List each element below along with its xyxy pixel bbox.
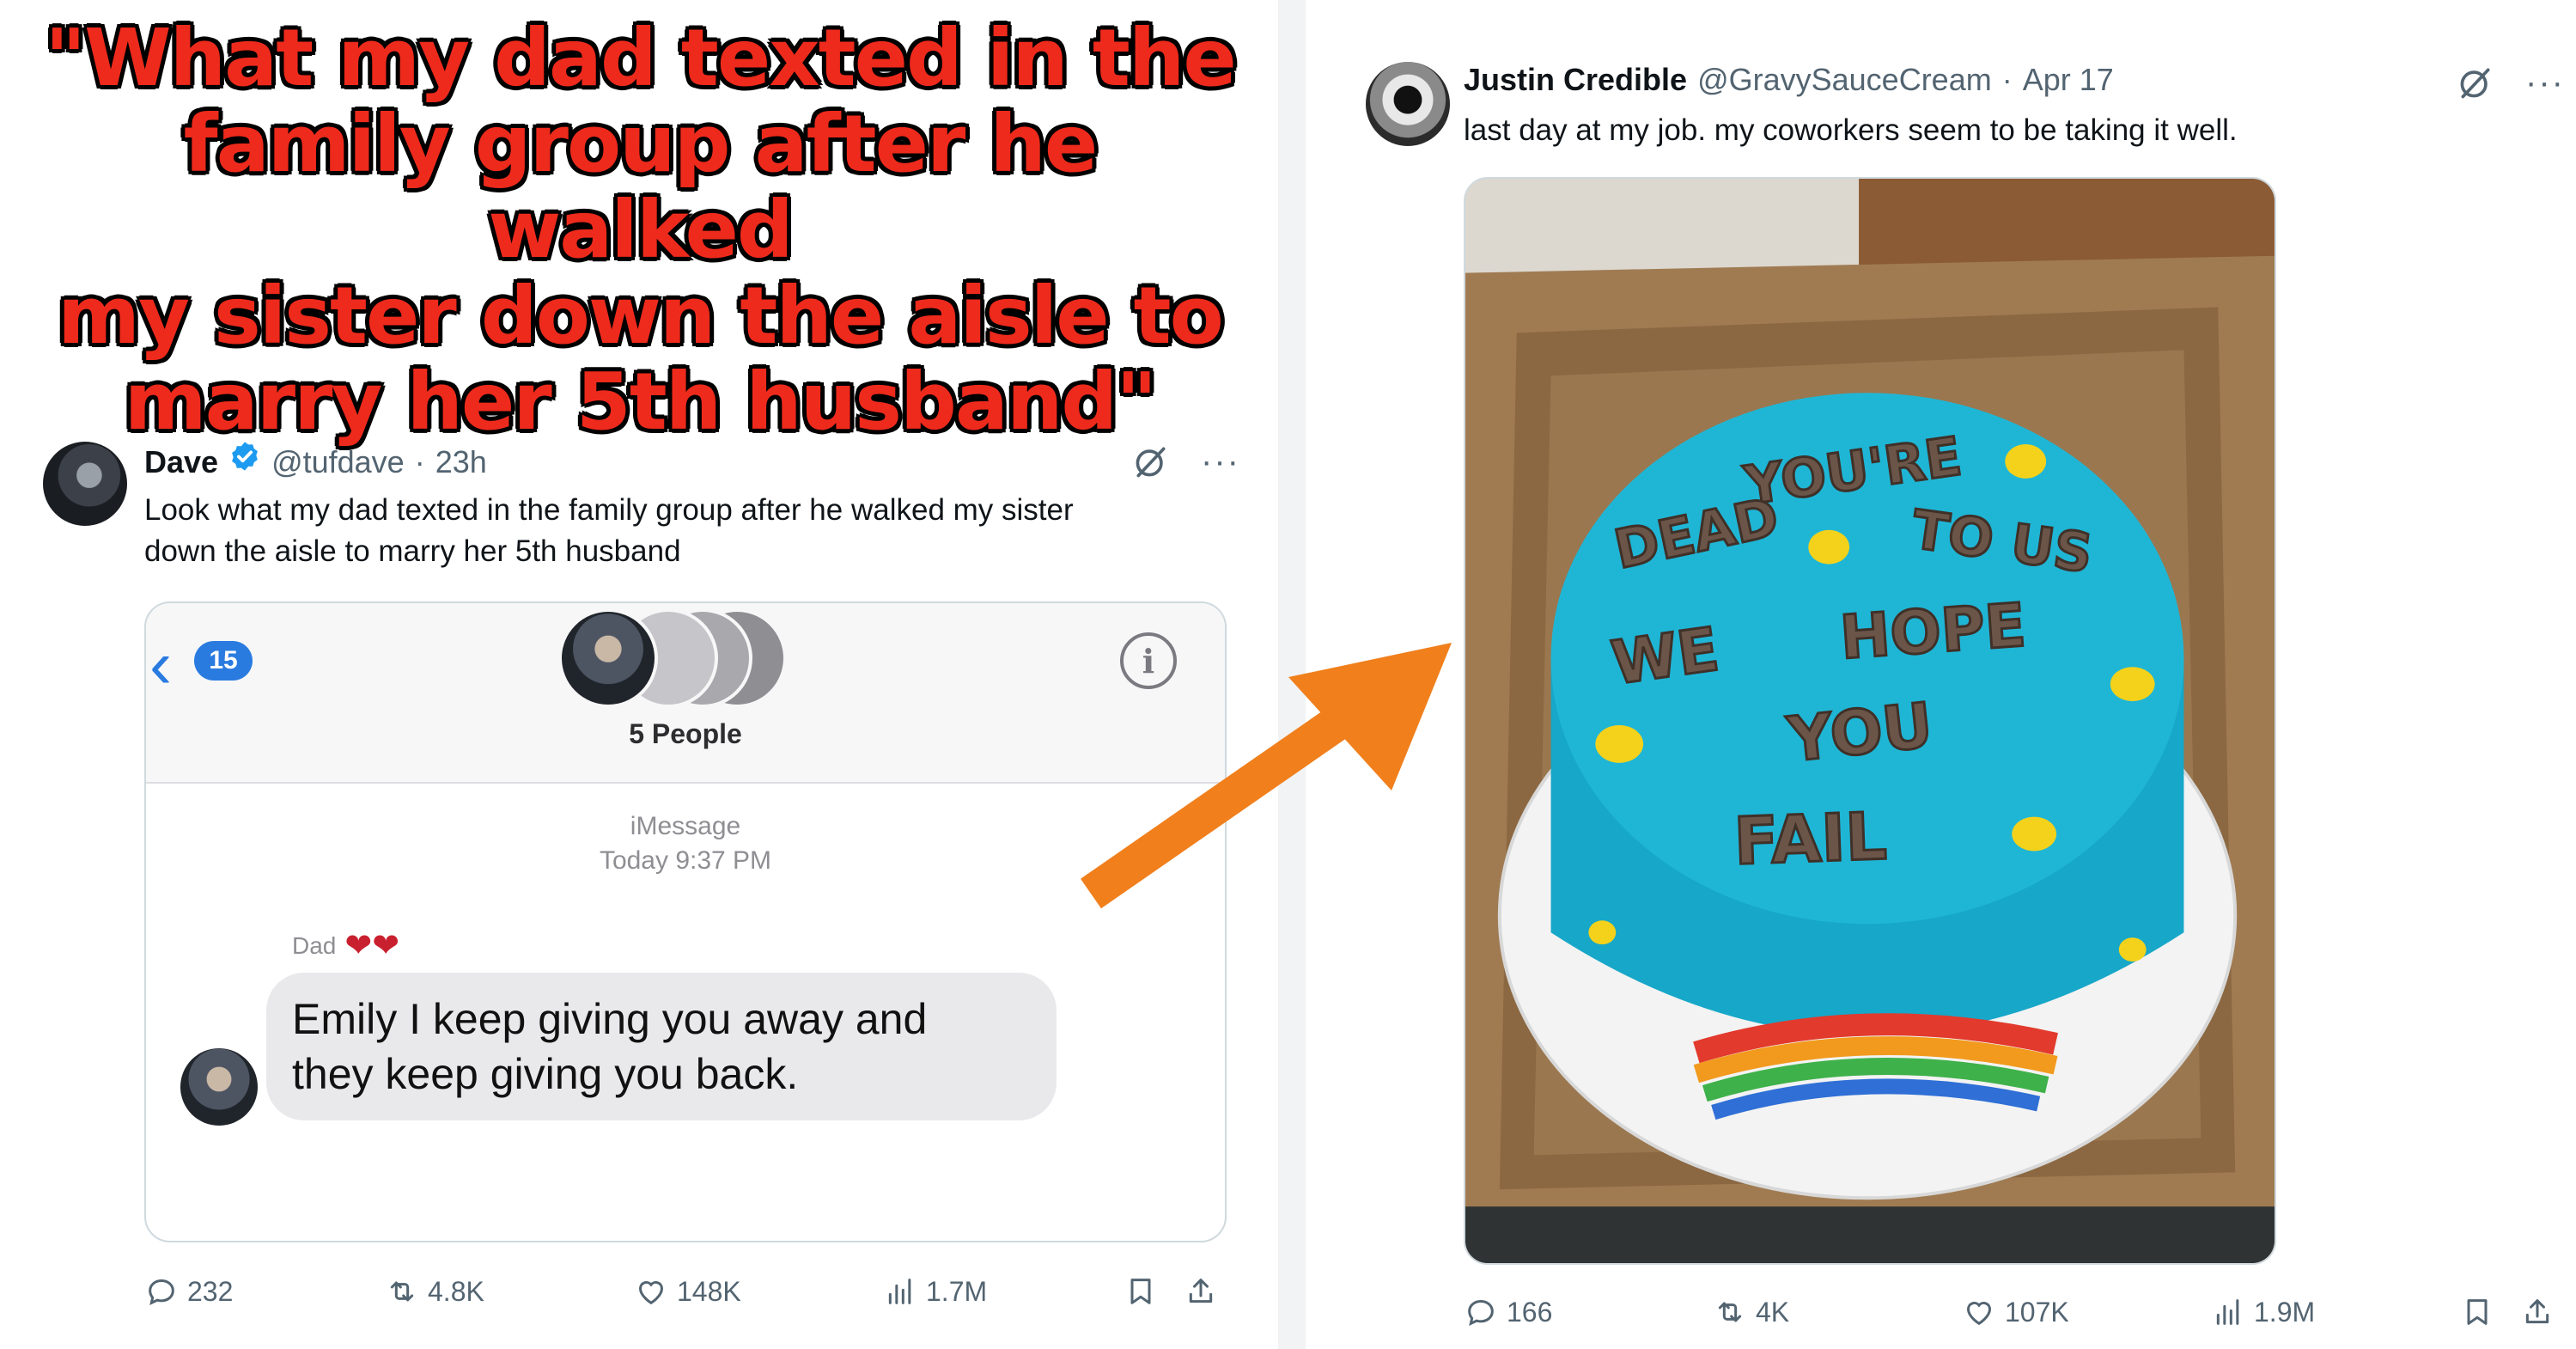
share-icon: [2525, 1299, 2549, 1324]
message-line: they keep giving you back.: [292, 1050, 799, 1098]
reply-count: 166: [1507, 1296, 1553, 1328]
group-people-label[interactable]: 5 People: [146, 718, 1225, 750]
bookmark-button[interactable]: [1124, 1274, 1158, 1309]
bookmark-icon: [2467, 1299, 2488, 1325]
tweet-media-imessage[interactable]: ‹ 15 5 People i iMessage Today 9:37 PM D…: [144, 601, 1227, 1242]
repost-count: 4K: [1756, 1296, 1790, 1328]
views-button[interactable]: 1.9M: [2211, 1295, 2315, 1329]
reply-button[interactable]: 166: [1464, 1295, 1552, 1329]
repost-button[interactable]: 4K: [1713, 1295, 1789, 1329]
share-button[interactable]: [2520, 1295, 2555, 1329]
sender-avatar: [180, 1048, 258, 1126]
cake-word: WE: [1607, 614, 1723, 699]
imessage-header: ‹ 15 5 People i: [146, 603, 1225, 784]
tweet-text-line: down the aisle to marry her 5th husband: [144, 534, 681, 568]
author-name[interactable]: Dave: [144, 444, 218, 480]
tweet-header: Justin Credible @GravySauceCream · Apr 1…: [1464, 62, 2114, 98]
unread-badge[interactable]: 15: [194, 641, 253, 681]
sender-name: Dad: [292, 932, 337, 959]
bookmark-button[interactable]: [2460, 1295, 2494, 1329]
cake-word: FAIL: [1733, 798, 1888, 879]
message-bubble[interactable]: Emily I keep giving you away and they ke…: [266, 973, 1057, 1120]
reply-count: 232: [187, 1275, 234, 1307]
avatar[interactable]: [43, 442, 127, 526]
tweet-media-cake[interactable]: YOU'RE DEAD TO US WE HOPE YOU FAIL: [1464, 177, 2276, 1265]
reply-icon: [149, 1279, 174, 1305]
headline-caption: "What my dad texted in the family group …: [26, 15, 1254, 445]
share-icon: [1189, 1279, 1213, 1303]
repost-icon: [1718, 1302, 1742, 1322]
imessage-service-label: iMessage: [630, 812, 741, 840]
cake-word: HOPE: [1838, 590, 2028, 673]
grok-icon[interactable]: [2457, 64, 2494, 101]
tweet-top-actions: ···: [2457, 64, 2565, 101]
repost-count: 4.8K: [428, 1275, 484, 1307]
views-icon: [888, 1279, 911, 1304]
views-count: 1.7M: [926, 1275, 988, 1307]
like-button[interactable]: 148K: [634, 1274, 741, 1309]
like-icon: [1967, 1302, 1991, 1326]
like-icon: [639, 1281, 663, 1305]
repost-button[interactable]: 4.8K: [385, 1274, 484, 1309]
tweet-text: last day at my job. my coworkers seem to…: [1464, 113, 2238, 147]
more-icon[interactable]: ···: [2525, 65, 2565, 100]
like-button[interactable]: 107K: [1962, 1295, 2069, 1329]
group-avatars[interactable]: [558, 608, 790, 711]
message-line: Emily I keep giving you away and: [292, 995, 928, 1043]
tweet-top-actions: ···: [1132, 443, 1240, 480]
author-name[interactable]: Justin Credible: [1464, 62, 1687, 98]
grok-icon[interactable]: [1132, 443, 1170, 480]
more-icon[interactable]: ···: [1201, 444, 1240, 479]
meta-separator: ·: [414, 444, 425, 479]
headline-line: my sister down the aisle to: [58, 270, 1224, 362]
views-icon: [2216, 1299, 2239, 1325]
verified-icon: [232, 442, 258, 471]
author-handle[interactable]: @GravySauceCream: [1697, 62, 1992, 98]
sender-label: Dad ❤❤: [292, 930, 399, 962]
share-button[interactable]: [1184, 1274, 1218, 1309]
right-panel: Justin Credible @GravySauceCream · Apr 1…: [1306, 0, 2576, 1349]
author-handle[interactable]: @tufdave: [271, 444, 405, 480]
back-chevron-icon[interactable]: ‹: [149, 631, 172, 698]
bookmark-icon: [1130, 1279, 1151, 1304]
repost-icon: [390, 1281, 414, 1302]
tweet-text-line: Look what my dad texted in the family gr…: [144, 493, 1074, 527]
headline-line: marry her 5th husband": [124, 356, 1157, 448]
avatar[interactable]: [1366, 62, 1450, 146]
views-button[interactable]: 1.7M: [883, 1274, 987, 1309]
meta-separator: ·: [2001, 62, 2013, 97]
views-count: 1.9M: [2254, 1296, 2316, 1328]
imessage-timestamp: Today 9:37 PM: [599, 846, 772, 875]
tweet-action-bar: 232 4.8K 148K 1.7M: [144, 1270, 1235, 1313]
tweet-action-bar: 166 4K 107K 1.9M: [1464, 1291, 2555, 1334]
cake-word: YOU: [1783, 689, 1935, 776]
like-count: 148K: [677, 1275, 741, 1307]
reply-icon: [1468, 1299, 1494, 1326]
headline-line: family group after he walked: [183, 98, 1099, 276]
tweet-time[interactable]: 23h: [435, 444, 487, 480]
reply-button[interactable]: 232: [144, 1274, 233, 1309]
like-count: 107K: [2005, 1296, 2069, 1328]
tweet-header: Dave @tufdave · 23h: [144, 440, 487, 480]
tweet-time[interactable]: Apr 17: [2023, 62, 2114, 98]
tweet-text: Look what my dad texted in the family gr…: [144, 490, 1227, 572]
heart-icon: ❤❤: [344, 928, 400, 964]
cake-photo: YOU'RE DEAD TO US WE HOPE YOU FAIL: [1465, 179, 2275, 1263]
orange-arrow-icon: [1081, 643, 1452, 909]
headline-line: "What my dad texted in the: [45, 12, 1237, 104]
